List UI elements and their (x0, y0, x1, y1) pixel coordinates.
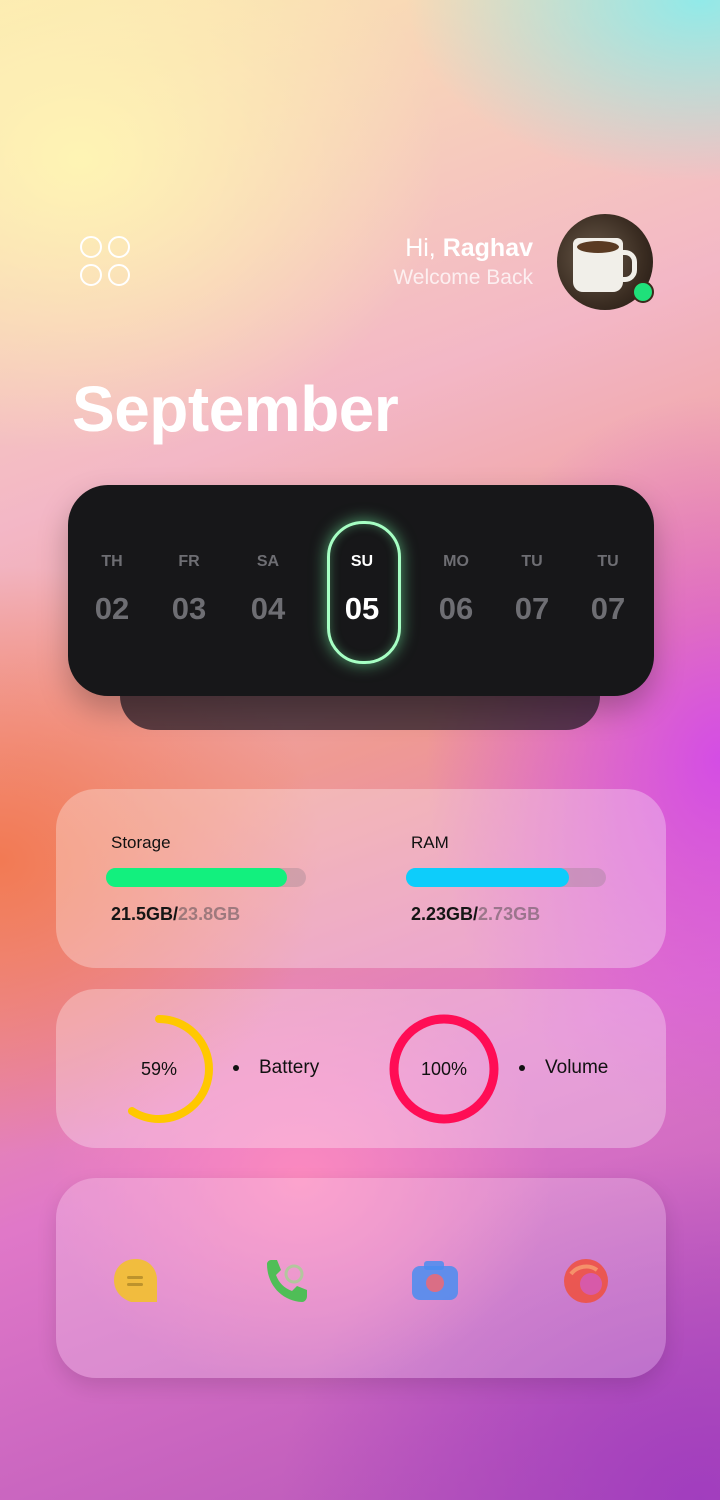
day-mon[interactable]: MO 06 (416, 485, 496, 696)
battery-label: Battery (259, 1057, 320, 1078)
day-date: 04 (250, 591, 286, 626)
browser-icon[interactable] (561, 1256, 611, 1306)
day-tue[interactable]: TU 07 (492, 485, 572, 696)
greeting-line: Hi, Raghav (393, 232, 533, 264)
storage-card: Storage 21.5GB/23.8GB RAM 2.23GB/2.73GB (56, 789, 666, 968)
status-card: 59% Battery 100% Volume (56, 989, 666, 1148)
day-sun-selected[interactable]: SU 05 (322, 485, 402, 696)
greeting-prefix: Hi, (405, 234, 443, 262)
greeting: Hi, Raghav Welcome Back (393, 232, 533, 292)
day-date: 07 (590, 591, 626, 626)
day-date: 06 (438, 591, 474, 626)
day-thu[interactable]: TH 02 (72, 485, 152, 696)
ram-bar-fill (406, 868, 570, 887)
date-strip[interactable]: TH 02 FR 03 SA 04 SU 05 MO 06 TU 07 TU 0… (68, 485, 654, 696)
day-fri[interactable]: FR 03 (149, 485, 229, 696)
day-name: MO (443, 553, 469, 570)
ram-bar (406, 868, 606, 887)
day-name: SU (350, 553, 374, 570)
user-name: Raghav (442, 234, 533, 262)
day-date: 03 (171, 591, 207, 626)
menu-grid-icon[interactable] (80, 236, 132, 288)
phone-icon[interactable] (261, 1256, 311, 1306)
ram-total: 2.73GB (478, 904, 541, 924)
storage-used: 21.5GB/ (111, 904, 179, 924)
month-title: September (72, 373, 399, 445)
day-name: SA (256, 553, 280, 570)
storage-bar (106, 868, 306, 887)
coffee-mug-image (573, 238, 637, 292)
battery-value: 59% (140, 1059, 178, 1079)
storage-value: 21.5GB/23.8GB (111, 904, 240, 925)
storage-bar-fill (106, 868, 287, 887)
messages-icon[interactable] (111, 1256, 161, 1306)
ram-value: 2.23GB/2.73GB (411, 904, 540, 925)
camera-icon[interactable] (410, 1256, 460, 1306)
day-sat[interactable]: SA 04 (228, 485, 308, 696)
day-tue-2[interactable]: TU 07 (568, 485, 648, 696)
day-name: TH (101, 553, 123, 570)
volume-value: 100% (420, 1059, 468, 1079)
volume-gauge[interactable]: 100% (389, 1014, 499, 1124)
volume-label: Volume (545, 1057, 609, 1078)
ram-used: 2.23GB/ (411, 904, 479, 924)
ram-label: RAM (411, 833, 449, 852)
day-date: 07 (514, 591, 550, 626)
storage-label: Storage (111, 833, 171, 852)
storage-total: 23.8GB (178, 904, 241, 924)
day-name: TU (597, 553, 619, 570)
bullet (519, 1065, 525, 1071)
online-status-indicator (632, 281, 654, 303)
app-dock (56, 1178, 666, 1378)
welcome-text: Welcome Back (393, 266, 533, 289)
day-date: 02 (94, 591, 130, 626)
day-name: FR (178, 553, 200, 570)
bullet (233, 1065, 239, 1071)
battery-gauge: 59% (104, 1014, 214, 1124)
day-date: 05 (344, 591, 380, 626)
day-name: TU (521, 553, 543, 570)
